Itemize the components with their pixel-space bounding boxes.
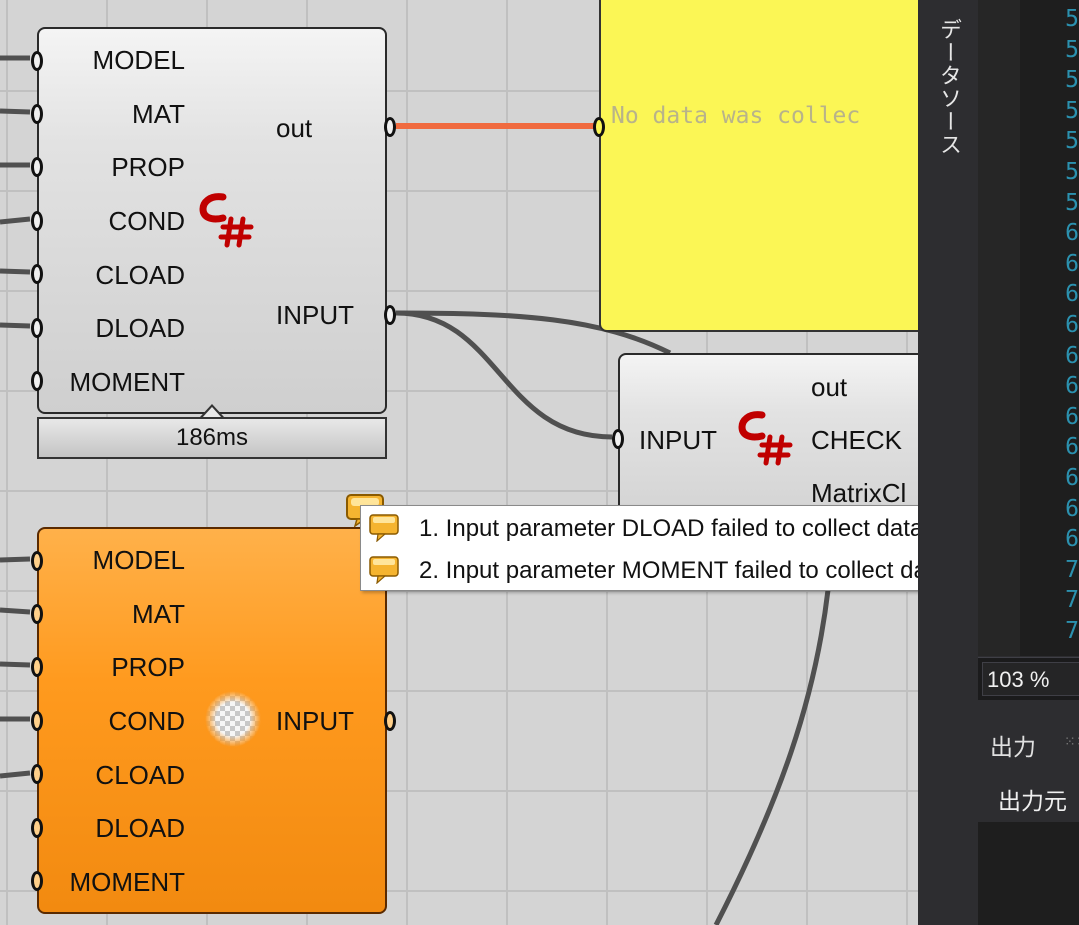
- code-editor[interactable]: 5 5 5 5 5 5 5 6 6 6 6 6 6 6 6 6 6 6 7 7 7: [978, 0, 1079, 656]
- csharp-component-top[interactable]: MODEL MAT PROP COND CLOAD DLOAD MOMENT o…: [31, 27, 396, 414]
- input-grip[interactable]: [31, 551, 43, 571]
- line-number: 6: [1065, 281, 1079, 308]
- output-param-check[interactable]: CHECK: [811, 425, 902, 455]
- wire: [395, 310, 613, 440]
- line-number: 6: [1065, 465, 1079, 491]
- output-grip[interactable]: [384, 117, 396, 137]
- csharp-component-warning[interactable]: MODEL MAT PROP COND CLOAD DLOAD MOMENT I…: [31, 527, 396, 914]
- input-grip[interactable]: [31, 604, 43, 624]
- output-panel-title[interactable]: 出力: [990, 728, 1036, 762]
- warning-balloon-icon: [369, 514, 399, 542]
- input-param-cond[interactable]: COND: [108, 706, 185, 736]
- input-grip[interactable]: [31, 264, 43, 284]
- line-number: 6: [1065, 403, 1079, 430]
- output-param-input[interactable]: INPUT: [276, 300, 354, 330]
- wire: [0, 607, 31, 615]
- tooltip-message: 1. Input parameter DLOAD failed to colle…: [361, 510, 918, 550]
- input-param-model[interactable]: MODEL: [93, 45, 185, 75]
- line-number: 7: [1065, 587, 1079, 614]
- warning-tooltip: 1. Input parameter DLOAD failed to colle…: [360, 505, 918, 591]
- line-number: 5: [1065, 128, 1079, 155]
- wire: [713, 589, 831, 925]
- line-number: 6: [1065, 220, 1079, 247]
- tooltip-message-text: 2. Input parameter MOMENT failed to coll…: [419, 557, 918, 584]
- input-grip[interactable]: [31, 657, 43, 677]
- line-number: 7: [1065, 618, 1079, 644]
- panel-text: No data was collec: [611, 103, 861, 129]
- panel-input-grip[interactable]: [593, 117, 605, 137]
- output-grip[interactable]: [384, 711, 396, 731]
- wire: [0, 770, 31, 779]
- line-number: 6: [1065, 373, 1079, 400]
- input-param-dload[interactable]: DLOAD: [95, 313, 185, 343]
- warning-balloon-icon: [369, 556, 399, 584]
- ide-side-pane: データソース 5 5 5 5 5 5 5 6 6 6 6 6 6 6 6 6 6 6 7 7 7 103 % 出力 ⁙⁙…: [918, 0, 1079, 925]
- output-param-input[interactable]: INPUT: [276, 706, 354, 736]
- input-grip[interactable]: [31, 764, 43, 784]
- line-number: 6: [1065, 312, 1079, 338]
- input-grip[interactable]: [31, 318, 43, 338]
- output-grip[interactable]: [384, 305, 396, 325]
- line-number: 6: [1065, 342, 1079, 369]
- tooltip-message: 2. Input parameter MOMENT failed to coll…: [361, 552, 918, 592]
- output-param-matrixcl[interactable]: MatrixCl: [811, 478, 906, 508]
- input-grip[interactable]: [31, 818, 43, 838]
- input-param-moment[interactable]: MOMENT: [69, 367, 185, 397]
- input-param-moment[interactable]: MOMENT: [69, 867, 185, 897]
- line-number: 5: [1065, 97, 1079, 124]
- line-number: 5: [1065, 189, 1079, 216]
- drag-handle-icon[interactable]: ⁙⁙: [1064, 734, 1079, 750]
- tooltip-message-text: 1. Input parameter DLOAD failed to colle…: [419, 515, 918, 542]
- output-panel-body[interactable]: [978, 822, 1079, 925]
- input-grip[interactable]: [31, 104, 43, 124]
- input-grip[interactable]: [31, 211, 43, 231]
- zoom-level-select[interactable]: 103 %: [982, 662, 1079, 696]
- line-number: 5: [1065, 6, 1079, 32]
- input-param-cond[interactable]: COND: [108, 206, 185, 236]
- input-param-prop[interactable]: PROP: [111, 652, 185, 682]
- profiler-timing: 186ms: [37, 417, 387, 459]
- wire: [0, 322, 31, 329]
- checkerboard-icon: [205, 691, 261, 747]
- input-param-model[interactable]: MODEL: [93, 545, 185, 575]
- line-number: 6: [1065, 434, 1079, 461]
- input-param-cload[interactable]: CLOAD: [95, 260, 185, 290]
- line-number: 5: [1065, 67, 1079, 94]
- wire: [0, 661, 31, 668]
- line-number: 7: [1065, 556, 1079, 583]
- line-number: 6: [1065, 250, 1079, 277]
- input-grip[interactable]: [31, 871, 43, 891]
- input-param-mat[interactable]: MAT: [132, 599, 185, 629]
- wire: [0, 216, 31, 225]
- zoom-bar: 103 %: [978, 657, 1079, 700]
- grasshopper-canvas[interactable]: MODEL MAT PROP COND CLOAD DLOAD MOMENT o…: [0, 0, 918, 925]
- output-param-out[interactable]: out: [276, 113, 312, 143]
- input-grip[interactable]: [31, 157, 43, 177]
- input-param-prop[interactable]: PROP: [111, 152, 185, 182]
- input-param-input[interactable]: INPUT: [639, 425, 717, 455]
- editor-margin: [978, 0, 1020, 656]
- input-param-cload[interactable]: CLOAD: [95, 760, 185, 790]
- input-param-dload[interactable]: DLOAD: [95, 813, 185, 843]
- input-grip[interactable]: [31, 371, 43, 391]
- input-param-mat[interactable]: MAT: [132, 99, 185, 129]
- output-source-label: 出力元: [998, 789, 1067, 815]
- wire: [0, 556, 31, 563]
- line-number: 5: [1065, 159, 1079, 185]
- csharp-icon: [199, 193, 254, 248]
- data-source-tab[interactable]: データソース: [932, 18, 964, 156]
- wire: [0, 268, 31, 275]
- input-grip[interactable]: [31, 711, 43, 731]
- output-param-out[interactable]: out: [811, 372, 847, 402]
- wire: [0, 108, 31, 115]
- panel-component[interactable]: No data was collec: [593, 0, 918, 332]
- csharp-icon: [738, 411, 793, 466]
- line-number: 6: [1065, 495, 1079, 522]
- line-number: 5: [1065, 36, 1079, 63]
- input-grip[interactable]: [31, 51, 43, 71]
- line-number: 6: [1065, 526, 1079, 553]
- line-number-gutter: 5 5 5 5 5 5 5 6 6 6 6 6 6 6 6 6 6 6 7 7 7: [1061, 0, 1079, 656]
- output-panel-header: 出力 ⁙⁙ 出力元: [978, 700, 1079, 820]
- input-grip[interactable]: [612, 429, 624, 449]
